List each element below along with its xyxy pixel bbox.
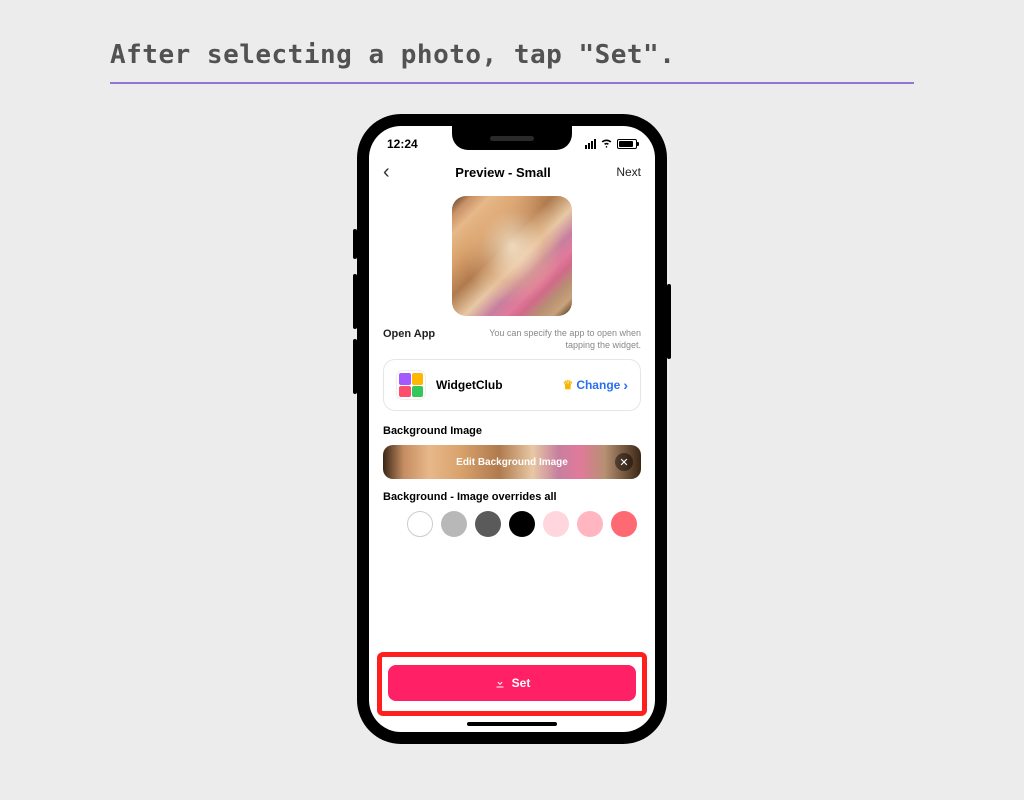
color-swatches	[383, 511, 641, 537]
home-indicator	[467, 722, 557, 726]
back-button[interactable]: ‹	[383, 162, 390, 182]
instruction-underline	[110, 82, 914, 84]
edit-bg-text: Edit Background Image	[456, 457, 568, 468]
color-swatch[interactable]	[543, 511, 569, 537]
chevron-right-icon: ›	[623, 377, 628, 393]
set-button-label: Set	[512, 676, 531, 690]
phone-volume-down	[353, 339, 357, 394]
edit-background-image-button[interactable]: Edit Background Image ✕	[383, 445, 641, 479]
change-label: Change	[576, 378, 620, 392]
cellular-icon	[585, 139, 596, 149]
next-button[interactable]: Next	[616, 165, 641, 179]
color-swatch[interactable]	[611, 511, 637, 537]
battery-icon	[617, 139, 637, 149]
widgetclub-app-icon	[396, 370, 426, 400]
app-name: WidgetClub	[436, 378, 553, 392]
status-time: 12:24	[387, 137, 418, 151]
remove-bg-image-button[interactable]: ✕	[615, 453, 633, 471]
color-swatch[interactable]	[441, 511, 467, 537]
open-app-label: Open App	[383, 328, 435, 340]
phone-screen: 12:24 ‹ Preview - Small Next	[369, 126, 655, 732]
phone-notch	[452, 126, 572, 150]
background-color-label: Background - Image overrides all	[383, 491, 641, 503]
open-app-card[interactable]: WidgetClub ♛ Change ›	[383, 359, 641, 411]
color-swatch[interactable]	[475, 511, 501, 537]
color-swatch[interactable]	[407, 511, 433, 537]
color-swatch[interactable]	[577, 511, 603, 537]
set-button-highlight: Set	[377, 652, 647, 716]
phone-volume-up	[353, 274, 357, 329]
background-image-label: Background Image	[383, 425, 641, 437]
phone-power-button	[667, 284, 671, 359]
download-icon	[494, 677, 506, 689]
nav-bar: ‹ Preview - Small Next	[369, 156, 655, 190]
change-app-button[interactable]: ♛ Change ›	[563, 377, 628, 393]
phone-frame: 12:24 ‹ Preview - Small Next	[357, 114, 667, 744]
crown-icon: ♛	[563, 378, 574, 392]
wifi-icon	[600, 136, 613, 152]
widget-preview	[452, 196, 572, 316]
color-swatch[interactable]	[509, 511, 535, 537]
screen-title: Preview - Small	[455, 165, 550, 180]
open-app-hint: You can specify the app to open when tap…	[471, 328, 641, 351]
phone-mute-switch	[353, 229, 357, 259]
instruction-heading: After selecting a photo, tap "Set".	[110, 40, 914, 70]
set-button[interactable]: Set	[388, 665, 636, 701]
